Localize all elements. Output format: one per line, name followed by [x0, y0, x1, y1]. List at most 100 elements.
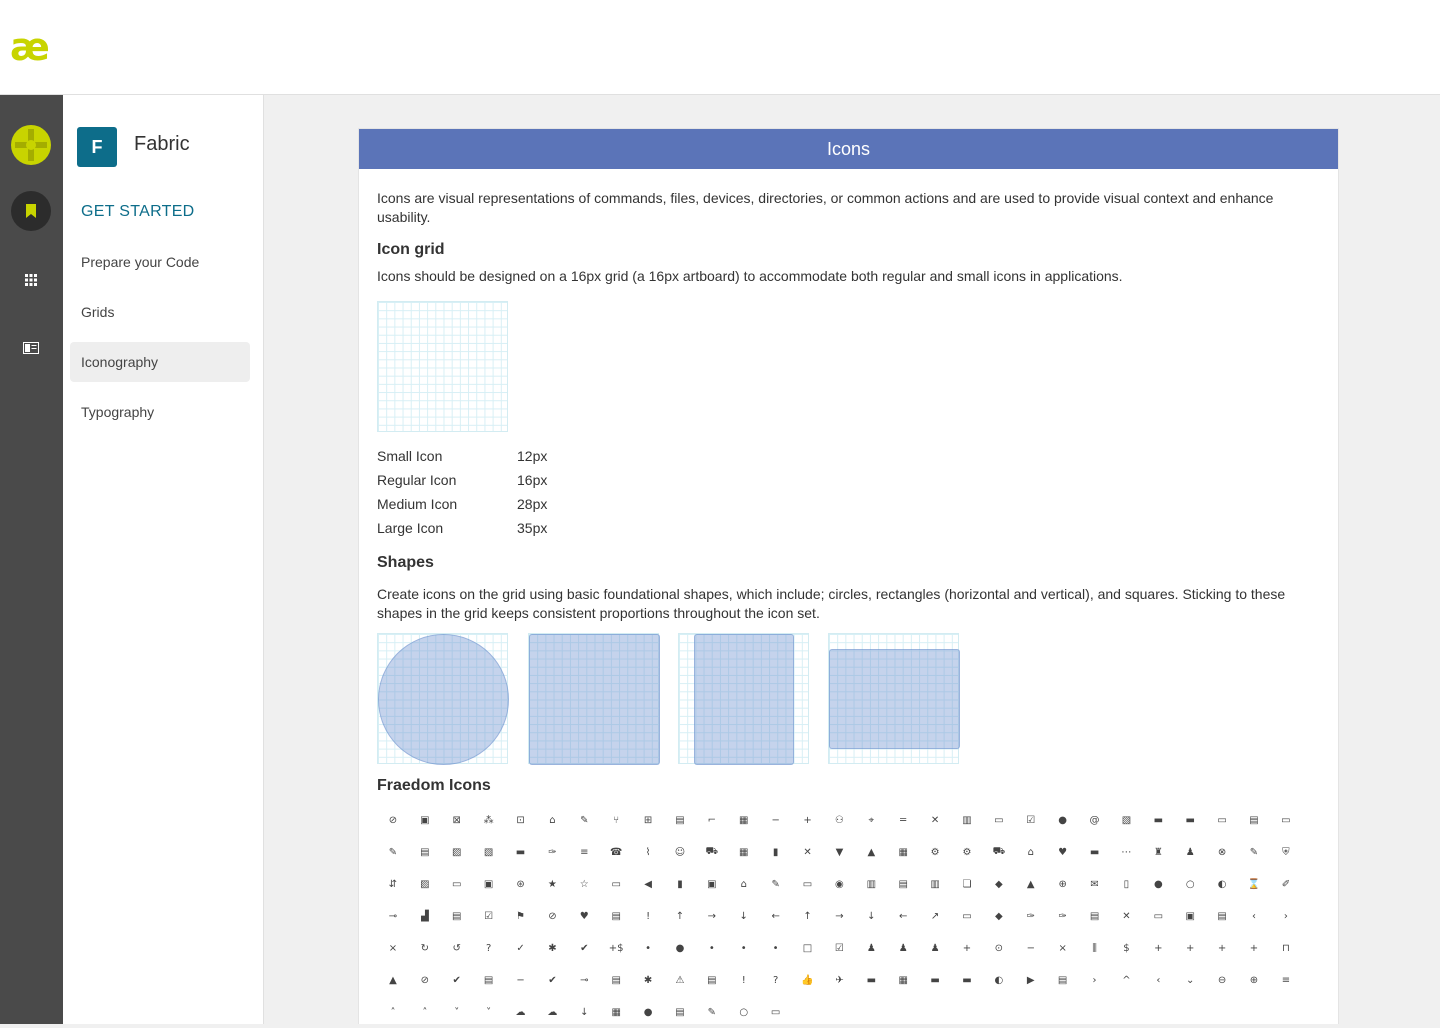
library-icon[interactable]: ✈ — [823, 964, 855, 996]
library-icon[interactable]: ≡ — [568, 836, 600, 868]
library-icon[interactable]: ✕ — [792, 836, 824, 868]
library-icon[interactable]: ▭ — [600, 868, 632, 900]
library-icon[interactable]: +$ — [600, 932, 632, 964]
library-icon[interactable]: • — [728, 932, 760, 964]
library-icon[interactable]: $ — [1110, 932, 1142, 964]
library-icon[interactable]: ● — [1047, 804, 1079, 836]
library-icon[interactable]: ← — [887, 900, 919, 932]
library-icon[interactable]: ˄ — [377, 996, 409, 1028]
sidebar-item-prepare-your-code[interactable]: Prepare your Code — [70, 242, 250, 282]
library-icon[interactable]: ▦ — [728, 836, 760, 868]
library-icon[interactable]: ♟ — [855, 932, 887, 964]
library-icon[interactable]: ⌇ — [632, 836, 664, 868]
library-icon[interactable]: ⊙ — [983, 932, 1015, 964]
library-icon[interactable]: ▣ — [473, 868, 505, 900]
library-icon[interactable]: − — [505, 964, 537, 996]
library-icon[interactable]: › — [1270, 900, 1302, 932]
fabric-app-icon[interactable] — [11, 125, 51, 165]
library-icon[interactable]: ← — [760, 900, 792, 932]
library-icon[interactable]: ▤ — [887, 868, 919, 900]
library-icon[interactable]: ⊸ — [568, 964, 600, 996]
library-icon[interactable]: ⚙ — [919, 836, 951, 868]
library-icon[interactable]: ▣ — [696, 868, 728, 900]
library-icon[interactable]: ☺ — [664, 836, 696, 868]
library-icon[interactable]: ▬ — [1142, 804, 1174, 836]
library-icon[interactable]: ⑂ — [600, 804, 632, 836]
library-icon[interactable]: ☑ — [823, 932, 855, 964]
library-icon[interactable]: ▬ — [951, 964, 983, 996]
library-icon[interactable]: ✔ — [536, 964, 568, 996]
library-icon[interactable]: ⫼ — [1079, 932, 1111, 964]
library-icon[interactable]: ↑ — [792, 900, 824, 932]
library-icon[interactable]: ◆ — [983, 900, 1015, 932]
library-icon[interactable]: ≡ — [1270, 964, 1302, 996]
library-icon[interactable]: ⚠ — [664, 964, 696, 996]
library-icon[interactable]: ‹ — [1142, 964, 1174, 996]
library-icon[interactable]: ⁂ — [473, 804, 505, 836]
library-icon[interactable]: ✑ — [536, 836, 568, 868]
apps-grid-icon[interactable] — [11, 260, 51, 300]
library-icon[interactable]: ✱ — [536, 932, 568, 964]
library-icon[interactable]: ▬ — [1079, 836, 1111, 868]
library-icon[interactable]: ✕ — [919, 804, 951, 836]
library-icon[interactable]: ▭ — [792, 868, 824, 900]
library-icon[interactable]: ↑ — [664, 900, 696, 932]
library-icon[interactable]: ◉ — [823, 868, 855, 900]
library-icon[interactable]: ▤ — [600, 900, 632, 932]
library-icon[interactable]: ✐ — [1270, 868, 1302, 900]
library-icon[interactable]: + — [1238, 932, 1270, 964]
library-icon[interactable]: ⊕ — [1047, 868, 1079, 900]
library-icon[interactable]: ✎ — [1238, 836, 1270, 868]
library-icon[interactable]: + — [1142, 932, 1174, 964]
library-icon[interactable]: □ — [792, 932, 824, 964]
library-icon[interactable]: ⊡ — [505, 804, 537, 836]
library-icon[interactable]: ✎ — [377, 836, 409, 868]
library-icon[interactable]: ⊘ — [377, 804, 409, 836]
library-icon[interactable]: ▧ — [473, 836, 505, 868]
library-icon[interactable]: ▤ — [1206, 900, 1238, 932]
library-icon[interactable]: ▣ — [1174, 900, 1206, 932]
library-icon[interactable]: ★ — [536, 868, 568, 900]
library-icon[interactable]: • — [696, 932, 728, 964]
library-icon[interactable]: ☑ — [1015, 804, 1047, 836]
library-icon[interactable]: ▤ — [1079, 900, 1111, 932]
library-icon[interactable]: ▮ — [664, 868, 696, 900]
library-icon[interactable]: ▯ — [1110, 868, 1142, 900]
library-icon[interactable]: ▮ — [760, 836, 792, 868]
library-icon[interactable]: ▭ — [951, 900, 983, 932]
library-icon[interactable]: ◐ — [1206, 868, 1238, 900]
library-icon[interactable]: ♟ — [919, 932, 951, 964]
library-icon[interactable]: ▦ — [887, 836, 919, 868]
library-icon[interactable]: ⊛ — [505, 868, 537, 900]
library-icon[interactable]: ♟ — [887, 932, 919, 964]
library-icon[interactable]: ▲ — [377, 964, 409, 996]
library-icon[interactable]: ○ — [1174, 868, 1206, 900]
library-icon[interactable]: ◀ — [632, 868, 664, 900]
library-icon[interactable]: ⋯ — [1110, 836, 1142, 868]
library-icon[interactable]: ↗ — [919, 900, 951, 932]
library-icon[interactable]: ⌐ — [696, 804, 728, 836]
library-icon[interactable]: ! — [728, 964, 760, 996]
library-icon[interactable]: ↻ — [409, 932, 441, 964]
library-icon[interactable]: + — [792, 804, 824, 836]
library-icon[interactable]: × — [377, 932, 409, 964]
library-icon[interactable]: ▬ — [855, 964, 887, 996]
library-icon[interactable]: ⛟ — [983, 836, 1015, 868]
library-icon[interactable]: ✕ — [1110, 900, 1142, 932]
library-icon[interactable]: ▬ — [1174, 804, 1206, 836]
library-icon[interactable]: ✎ — [568, 804, 600, 836]
library-icon[interactable]: › — [1079, 964, 1111, 996]
library-icon[interactable]: ▬ — [919, 964, 951, 996]
library-icon[interactable]: ● — [1142, 868, 1174, 900]
library-icon[interactable]: ♜ — [1142, 836, 1174, 868]
reader-icon[interactable] — [11, 328, 51, 368]
library-icon[interactable]: ▲ — [1015, 868, 1047, 900]
library-icon[interactable]: ⌄ — [1174, 964, 1206, 996]
library-icon[interactable]: + — [1174, 932, 1206, 964]
library-icon[interactable]: + — [1206, 932, 1238, 964]
library-icon[interactable]: ↺ — [441, 932, 473, 964]
library-icon[interactable]: ✔ — [568, 932, 600, 964]
library-icon[interactable]: ⌂ — [728, 868, 760, 900]
library-icon[interactable]: ⚙ — [951, 836, 983, 868]
library-icon[interactable]: ⌖ — [855, 804, 887, 836]
